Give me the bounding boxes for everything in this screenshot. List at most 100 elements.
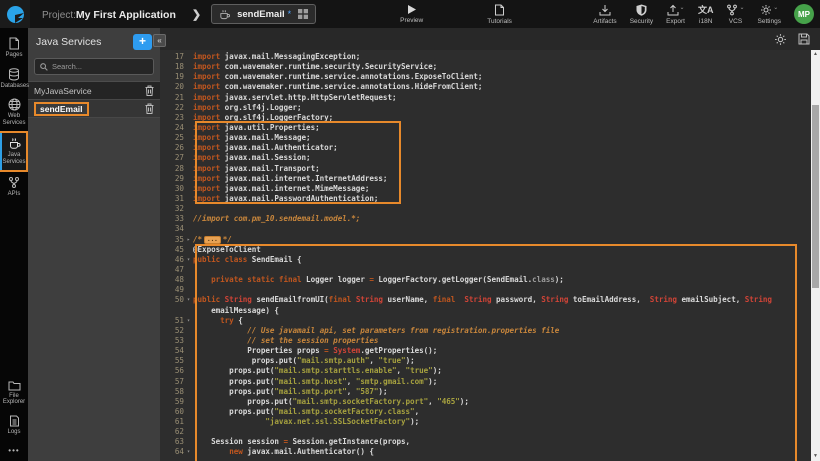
line-number: 58: [160, 387, 184, 397]
code-line: 17import javax.mail.MessagingException;: [160, 52, 820, 62]
selected-service-name: sendEmail: [34, 102, 89, 116]
folded-code-badge[interactable]: ...: [204, 236, 221, 244]
code-line: 19import com.wavemaker.runtime.service.a…: [160, 72, 820, 82]
fold-marker: [184, 356, 193, 366]
code-line: 25import javax.mail.Message;: [160, 133, 820, 143]
chevron-down-icon: ⌄: [680, 4, 685, 11]
delete-icon[interactable]: [145, 85, 154, 96]
sidebar-item-web-services[interactable]: Web Services: [0, 94, 28, 131]
preview-button[interactable]: Preview: [400, 4, 423, 24]
fold-marker[interactable]: ▾: [184, 255, 193, 265]
code-line: 18import com.wavemaker.runtime.security.…: [160, 62, 820, 72]
code-line: 45@ExposeToClient: [160, 245, 820, 255]
fold-marker: [184, 326, 193, 336]
code-line: 63 Session session = Session.getInstance…: [160, 437, 820, 447]
code-area[interactable]: 17import javax.mail.MessagingException;1…: [160, 50, 820, 461]
line-number: 25: [160, 133, 184, 143]
editor-settings-gear-icon[interactable]: [774, 33, 787, 46]
save-icon[interactable]: [798, 33, 810, 45]
settings-button[interactable]: ⌄ Settings: [758, 4, 782, 25]
fold-marker: [184, 204, 193, 214]
fold-marker[interactable]: ▾: [184, 316, 193, 326]
tab-sendemail[interactable]: sendEmail *: [211, 4, 316, 24]
line-number: 31: [160, 194, 184, 204]
chevron-down-icon: ⌄: [773, 4, 778, 11]
wavemaker-logo-icon[interactable]: [0, 0, 30, 28]
fold-marker: [184, 52, 193, 62]
sidebar-item-apis[interactable]: APIs: [0, 172, 28, 203]
fold-marker[interactable]: ▸: [184, 235, 193, 245]
gear-icon: [760, 4, 772, 16]
database-icon: [8, 68, 20, 81]
security-button[interactable]: Security: [630, 4, 653, 25]
fold-marker: [184, 387, 193, 397]
fold-marker: [184, 427, 193, 437]
fold-marker: [184, 397, 193, 407]
scroll-up-arrow[interactable]: ▲: [811, 50, 820, 59]
fold-marker: [184, 346, 193, 356]
code-line: 29import javax.mail.internet.InternetAdd…: [160, 174, 820, 184]
line-number: 50: [160, 295, 184, 305]
fold-marker[interactable]: ▾: [184, 447, 193, 457]
topbar-menu: Artifacts Security ⌄ Export 文A i18N ⌄ VC…: [593, 4, 820, 25]
code-line: 59 props.put("mail.smtp.socketFactory.po…: [160, 397, 820, 407]
tutorials-label: Tutorials: [487, 18, 512, 25]
list-item-sendemail[interactable]: sendEmail: [28, 100, 160, 118]
list-item-myjavaservice[interactable]: MyJavaService: [28, 82, 160, 100]
sidebar-item-file-explorer[interactable]: File Explorer: [0, 376, 28, 411]
delete-icon[interactable]: [145, 103, 154, 114]
tutorials-button[interactable]: Tutorials: [487, 4, 512, 25]
fold-marker: [184, 184, 193, 194]
chevron-down-icon: ⌄: [739, 4, 744, 11]
sidebar-item-databases[interactable]: Databases: [0, 64, 28, 95]
editor-scrollbar[interactable]: ▲ ▼: [811, 50, 820, 461]
line-number: 24: [160, 123, 184, 133]
api-nodes-icon: [8, 176, 20, 189]
grid-icon[interactable]: [298, 9, 308, 19]
fold-marker: [184, 275, 193, 285]
panel-title: Java Services: [36, 36, 133, 48]
topbar: Project:My First Application ❯ sendEmail…: [0, 0, 820, 28]
project-name: My First Application: [76, 9, 176, 21]
sidebar-item-java-services[interactable]: Java Services: [0, 131, 28, 172]
line-number: 62: [160, 427, 184, 437]
fold-marker: [184, 133, 193, 143]
add-service-button[interactable]: +: [133, 34, 152, 50]
code-line: 52 // Use javamail api, set parameters f…: [160, 326, 820, 336]
vcs-button[interactable]: ⌄ VCS: [726, 4, 744, 25]
line-number: 20: [160, 82, 184, 92]
code-line: 35▸/*...*/: [160, 235, 820, 245]
export-button[interactable]: ⌄ Export: [666, 4, 685, 25]
scroll-down-arrow[interactable]: ▼: [811, 452, 820, 461]
more-options-button[interactable]: •••: [0, 440, 28, 461]
line-number: 23: [160, 113, 184, 123]
i18n-button[interactable]: 文A i18N: [698, 4, 714, 25]
code-line: 61 "javax.net.ssl.SSLSocketFactory");: [160, 417, 820, 427]
sidebar-item-logs[interactable]: Logs: [0, 411, 28, 441]
line-number: 32: [160, 204, 184, 214]
user-avatar[interactable]: MP: [794, 4, 814, 24]
code-line: 54 Properties props = System.getProperti…: [160, 346, 820, 356]
search-input[interactable]: [52, 62, 142, 71]
service-search: [34, 58, 154, 75]
fold-marker: [184, 113, 193, 123]
code-editor: 17import javax.mail.MessagingException;1…: [160, 28, 820, 461]
app-window: Project:My First Application ❯ sendEmail…: [0, 0, 820, 461]
collapse-panel-button[interactable]: «: [153, 34, 166, 47]
code-line: 46▾public class SendEmail {: [160, 255, 820, 265]
fold-marker[interactable]: ▾: [184, 295, 193, 305]
fold-marker: [184, 103, 193, 113]
code-line: 23import org.slf4j.LoggerFactory;: [160, 113, 820, 123]
code-line: emailMessage) {: [160, 306, 820, 316]
line-number: 45: [160, 245, 184, 255]
breadcrumb-chevron-icon: ❯: [192, 8, 201, 21]
scrollbar-thumb[interactable]: [812, 105, 819, 288]
editor-toolbar: [160, 28, 820, 50]
fold-marker: [184, 417, 193, 427]
fold-marker: [184, 224, 193, 234]
code-line: 20import com.wavemaker.runtime.service.a…: [160, 82, 820, 92]
code-line: 58 props.put("mail.smtp.port", "587");: [160, 387, 820, 397]
artifacts-button[interactable]: Artifacts: [593, 4, 616, 25]
sidebar-item-pages[interactable]: Pages: [0, 33, 28, 64]
line-number: 49: [160, 285, 184, 295]
